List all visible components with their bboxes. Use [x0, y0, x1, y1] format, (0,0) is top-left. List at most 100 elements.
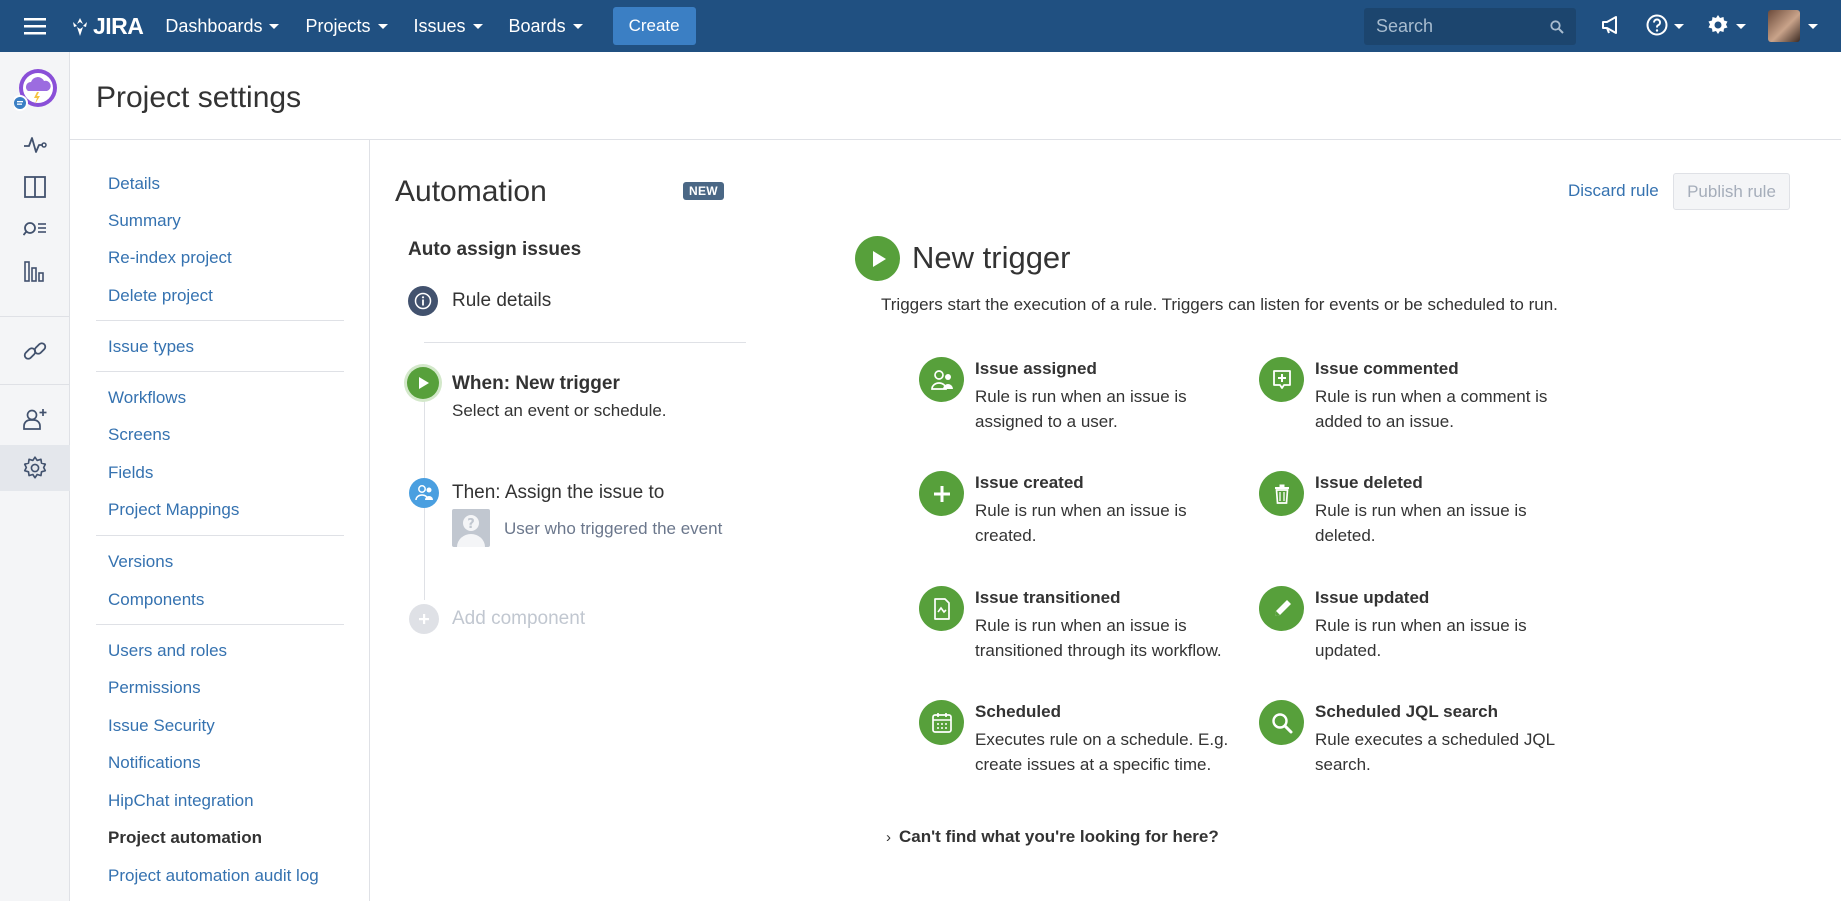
menu-projects-label: Projects	[305, 15, 371, 36]
nav-item-issue-types[interactable]: Issue types	[108, 337, 194, 357]
trigger-option-desc: Rule is run when an issue is transitione…	[975, 616, 1222, 660]
trigger-option-title: Issue commented	[1315, 359, 1459, 378]
search-placeholder: Search	[1376, 16, 1434, 36]
plus-icon	[919, 471, 964, 516]
trigger-option-desc: Rule is run when an issue is assigned to…	[975, 387, 1187, 431]
link-icon[interactable]	[22, 338, 48, 364]
jira-logo-icon	[73, 18, 87, 36]
project-avatar[interactable]	[14, 68, 58, 112]
menu-boards[interactable]: Boards	[509, 16, 583, 37]
chevron-right-icon: ›	[886, 828, 891, 846]
chevron-down-icon	[472, 23, 483, 29]
user-assign-icon	[919, 357, 964, 402]
page-header: Project settings	[70, 52, 1841, 140]
nav-divider	[96, 624, 344, 625]
nav-item-fields[interactable]: Fields	[108, 463, 153, 483]
rule-details-link[interactable]: Rule details	[452, 290, 551, 312]
nav-item-notifications[interactable]: Notifications	[108, 753, 201, 773]
chevron-down-icon	[1808, 24, 1818, 29]
publish-rule-button[interactable]: Publish rule	[1673, 173, 1790, 210]
info-icon[interactable]	[408, 286, 438, 316]
play-icon[interactable]	[407, 367, 439, 399]
megaphone-icon[interactable]	[1600, 13, 1624, 37]
trigger-option-title: Issue created	[975, 473, 1084, 492]
nav-item-reindex-project[interactable]: Re-index project	[108, 248, 232, 268]
jira-logo-text: JIRA	[93, 12, 144, 39]
discard-rule-button[interactable]: Discard rule	[1568, 181, 1659, 201]
activity-icon[interactable]	[22, 132, 48, 158]
nav-divider	[96, 320, 344, 321]
trigger-option-title: Issue transitioned	[975, 588, 1121, 607]
comment-icon	[1259, 357, 1304, 402]
search-icon	[1550, 20, 1564, 34]
cant-find-expander[interactable]: › Can't find what you're looking for her…	[886, 827, 1219, 847]
rail-divider	[0, 384, 70, 385]
new-badge: NEW	[683, 182, 724, 200]
trigger-title: New trigger	[912, 240, 1071, 275]
nav-item-versions[interactable]: Versions	[108, 552, 173, 572]
nav-item-delete-project[interactable]: Delete project	[108, 286, 213, 306]
trigger-option-title: Scheduled JQL search	[1315, 702, 1498, 721]
nav-item-project-mappings[interactable]: Project Mappings	[108, 500, 239, 520]
nav-item-project-automation-audit-log[interactable]: Project automation audit log	[108, 866, 319, 886]
then-step-title[interactable]: Then: Assign the issue to	[452, 482, 664, 504]
add-component-link[interactable]: Add component	[452, 608, 585, 630]
menu-boards-label: Boards	[508, 15, 566, 36]
trigger-option-title: Issue deleted	[1315, 473, 1423, 492]
app-switcher-icon[interactable]	[0, 0, 70, 52]
settings-navigation: Details Summary Re-index project Delete …	[70, 140, 370, 901]
menu-projects[interactable]: Projects	[305, 15, 388, 37]
nav-item-workflows[interactable]: Workflows	[108, 388, 186, 408]
assign-user-icon[interactable]	[409, 478, 439, 508]
nav-item-screens[interactable]: Screens	[108, 425, 170, 445]
transition-icon	[919, 586, 964, 631]
calendar-icon	[919, 700, 964, 745]
search-input[interactable]: Search	[1364, 8, 1576, 45]
add-user-icon[interactable]	[22, 406, 48, 432]
nav-item-summary[interactable]: Summary	[108, 211, 181, 231]
nav-item-issue-security[interactable]: Issue Security	[108, 716, 215, 736]
reports-icon[interactable]	[22, 258, 48, 284]
menu-dashboards[interactable]: Dashboards	[165, 15, 280, 37]
nav-item-permissions[interactable]: Permissions	[108, 678, 201, 698]
gear-icon[interactable]	[1706, 13, 1730, 37]
help-icon[interactable]	[1645, 13, 1669, 37]
add-component-icon[interactable]	[409, 604, 439, 634]
rail-divider	[0, 316, 70, 317]
then-step-subtitle: User who triggered the event	[504, 519, 723, 538]
when-step-title[interactable]: When: New trigger	[452, 373, 620, 395]
svg-text:?: ?	[467, 517, 475, 532]
menu-dashboards-label: Dashboards	[165, 15, 263, 36]
trigger-option-desc: Rule executes a scheduled JQL search.	[1315, 730, 1555, 774]
nav-item-users-and-roles[interactable]: Users and roles	[108, 641, 227, 661]
issues-search-icon[interactable]	[22, 216, 48, 242]
create-button[interactable]: Create	[612, 7, 696, 45]
nav-divider	[96, 535, 344, 536]
nav-item-hipchat-integration[interactable]: HipChat integration	[108, 791, 254, 811]
top-navigation: JIRA Dashboards Projects Issues Boards C…	[0, 0, 1841, 52]
settings-icon[interactable]	[22, 455, 48, 481]
rule-name[interactable]: Auto assign issues	[408, 239, 581, 261]
trigger-option-title: Scheduled	[975, 702, 1061, 721]
when-step-subtitle: Select an event or schedule.	[452, 401, 667, 420]
trigger-option-desc: Rule is run when an issue is created.	[975, 501, 1187, 545]
nav-item-project-automation[interactable]: Project automation	[108, 828, 262, 848]
menu-issues-label: Issues	[413, 15, 466, 36]
chevron-down-icon	[1736, 24, 1746, 29]
search-icon	[1259, 700, 1304, 745]
trigger-option-desc: Rule is run when an issue is deleted.	[1315, 501, 1527, 545]
nav-item-components[interactable]: Components	[108, 590, 204, 610]
board-icon[interactable]	[22, 174, 48, 200]
trigger-option-desc: Executes rule on a schedule. E.g. create…	[975, 730, 1229, 774]
menu-issues[interactable]: Issues	[414, 16, 483, 37]
trigger-option-desc: Rule is run when an issue is updated.	[1315, 616, 1527, 660]
unknown-user-avatar: ?	[452, 509, 490, 547]
trash-icon	[1259, 471, 1304, 516]
project-sidebar	[0, 52, 70, 901]
nav-item-details[interactable]: Details	[108, 174, 160, 194]
chevron-down-icon	[269, 23, 280, 29]
jira-logo[interactable]: JIRA	[70, 12, 144, 40]
trigger-option-desc: Rule is run when a comment is added to a…	[1315, 387, 1548, 431]
user-avatar[interactable]	[1768, 10, 1800, 42]
steps-divider	[424, 342, 746, 343]
